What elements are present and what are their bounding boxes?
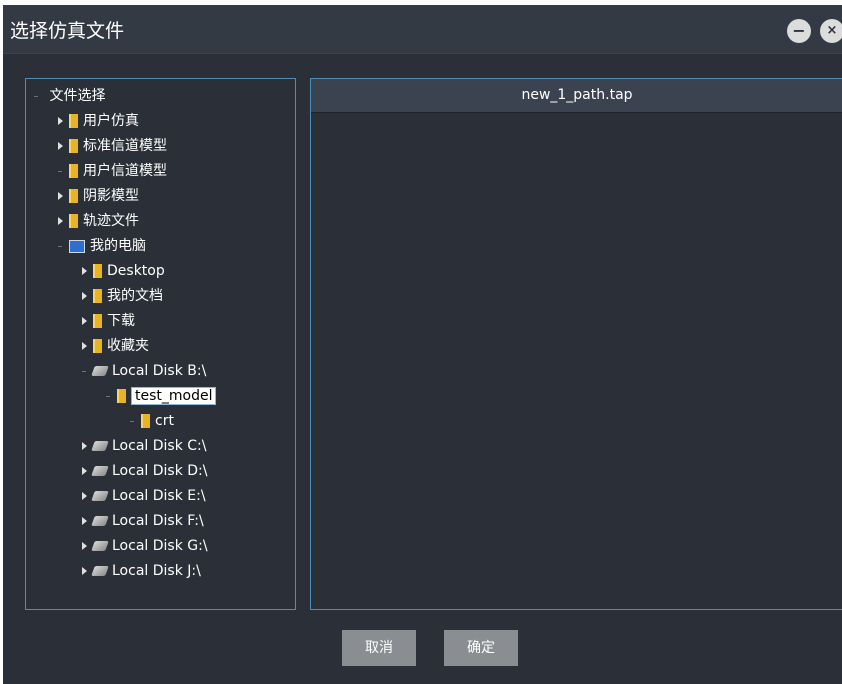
ok-button[interactable]: 确定 (444, 630, 518, 666)
tree-item[interactable]: 我的电脑 (58, 235, 146, 257)
tree-item[interactable]: Local Disk E:\ (82, 485, 206, 507)
tree-item[interactable]: 轨迹文件 (58, 210, 139, 232)
expand-arrow-icon[interactable] (82, 317, 87, 325)
tree-item-label: 用户仿真 (83, 113, 139, 129)
folder-tree-panel[interactable]: 文件选择 用户仿真标准信道模型 用户信道模型 阴影模型轨迹文件我的电脑 Desktop… (25, 78, 296, 610)
tree-root-label: 文件选择 (49, 88, 106, 104)
tree-item[interactable]: Local Disk J:\ (82, 560, 201, 582)
expand-arrow-icon[interactable] (82, 492, 87, 500)
tree-item-label: 阴影模型 (83, 188, 139, 204)
tree-item-label: 标准信道模型 (83, 138, 167, 154)
expand-arrow-icon[interactable] (82, 567, 87, 575)
file-select-dialog: 选择仿真文件 − × 文件选择 用户仿真标准信道模型 用户信道模型 阴影模型轨迹文件… (3, 5, 842, 684)
folder-icon (93, 314, 102, 328)
tree-item-label: Local Disk D:\ (112, 463, 208, 479)
expand-arrow-icon[interactable] (82, 267, 87, 275)
tree-item[interactable]: Local Disk F:\ (82, 510, 204, 532)
tree-item-label: 收藏夹 (107, 338, 149, 354)
expand-arrow-icon[interactable] (58, 192, 63, 200)
tree-item-label: Local Disk B:\ (112, 363, 207, 379)
tree-expander-icon (58, 170, 62, 172)
tree-item-label: test_model (131, 387, 217, 405)
tree-item-label: 下载 (107, 313, 135, 329)
drive-icon (91, 516, 109, 526)
tree-item[interactable]: Local Disk C:\ (82, 435, 206, 457)
expand-arrow-icon[interactable] (58, 217, 63, 225)
title-bar[interactable]: 选择仿真文件 − × (3, 5, 842, 54)
tree-item[interactable]: Local Disk G:\ (82, 535, 208, 557)
drive-icon (91, 466, 109, 476)
drive-icon (91, 566, 109, 576)
tree-expander-icon (34, 95, 38, 97)
tree-item[interactable]: 标准信道模型 (58, 135, 167, 157)
tree-item-label: Local Disk J:\ (112, 563, 201, 579)
tree-item[interactable]: Local Disk B:\ (82, 360, 206, 382)
dialog-title: 选择仿真文件 (10, 20, 125, 42)
folder-icon (69, 139, 78, 153)
drive-icon (91, 366, 109, 376)
tree-item[interactable]: 阴影模型 (58, 185, 139, 207)
expand-arrow-icon[interactable] (82, 292, 87, 300)
tree-item-label: 我的电脑 (90, 238, 146, 254)
tree-item-label: 轨迹文件 (83, 213, 139, 229)
folder-icon (141, 414, 150, 428)
folder-icon (69, 164, 78, 178)
computer-icon (69, 239, 85, 253)
tree-item[interactable]: 用户信道模型 (58, 160, 167, 182)
minimize-icon: − (792, 21, 806, 40)
tree-expander-icon (106, 395, 110, 397)
tree-item-label: 用户信道模型 (83, 163, 167, 179)
expand-arrow-icon[interactable] (82, 342, 87, 350)
file-list-panel[interactable]: new_1_path.tap (310, 78, 842, 610)
tree-item[interactable]: test_model (106, 385, 217, 407)
folder-icon (93, 339, 102, 353)
tree-item-label: Local Disk F:\ (112, 513, 204, 529)
folder-icon (93, 289, 102, 303)
tree-item[interactable]: 用户仿真 (58, 110, 139, 132)
expand-arrow-icon[interactable] (82, 467, 87, 475)
close-button[interactable]: × (820, 19, 842, 43)
folder-icon (69, 114, 78, 128)
drive-icon (91, 491, 109, 501)
expand-arrow-icon[interactable] (82, 442, 87, 450)
folder-icon (117, 389, 126, 403)
drive-icon (91, 541, 109, 551)
folder-icon (93, 264, 102, 278)
expand-arrow-icon[interactable] (82, 517, 87, 525)
folder-icon (69, 189, 78, 203)
tree-item-label: Local Disk C:\ (112, 438, 207, 454)
tree-item[interactable]: Desktop (82, 260, 165, 282)
tree-item[interactable]: 我的文档 (82, 285, 163, 307)
tree-expander-icon (58, 245, 62, 247)
tree-item-label: 我的文档 (107, 288, 163, 304)
tree-item[interactable]: Local Disk D:\ (82, 460, 207, 482)
tree-item[interactable]: 收藏夹 (82, 335, 149, 357)
cancel-button[interactable]: 取消 (342, 630, 416, 666)
drive-icon (91, 441, 109, 451)
file-list-header[interactable]: new_1_path.tap (311, 79, 842, 113)
tree-item-label: Local Disk G:\ (112, 538, 208, 554)
tree-expander-icon (130, 420, 134, 422)
tree-item[interactable]: 下载 (82, 310, 135, 332)
tree-item-label: crt (155, 413, 174, 429)
expand-arrow-icon[interactable] (82, 542, 87, 550)
expand-arrow-icon[interactable] (58, 142, 63, 150)
tree-item[interactable]: crt (130, 410, 174, 432)
close-icon: × (826, 23, 838, 38)
tree-item-label: Desktop (107, 263, 165, 279)
tree-item-label: Local Disk E:\ (112, 488, 206, 504)
tree-expander-icon (82, 370, 86, 372)
folder-icon (69, 214, 78, 228)
minimize-button[interactable]: − (787, 19, 811, 43)
tree-root[interactable]: 文件选择 (34, 85, 105, 107)
expand-arrow-icon[interactable] (58, 117, 63, 125)
